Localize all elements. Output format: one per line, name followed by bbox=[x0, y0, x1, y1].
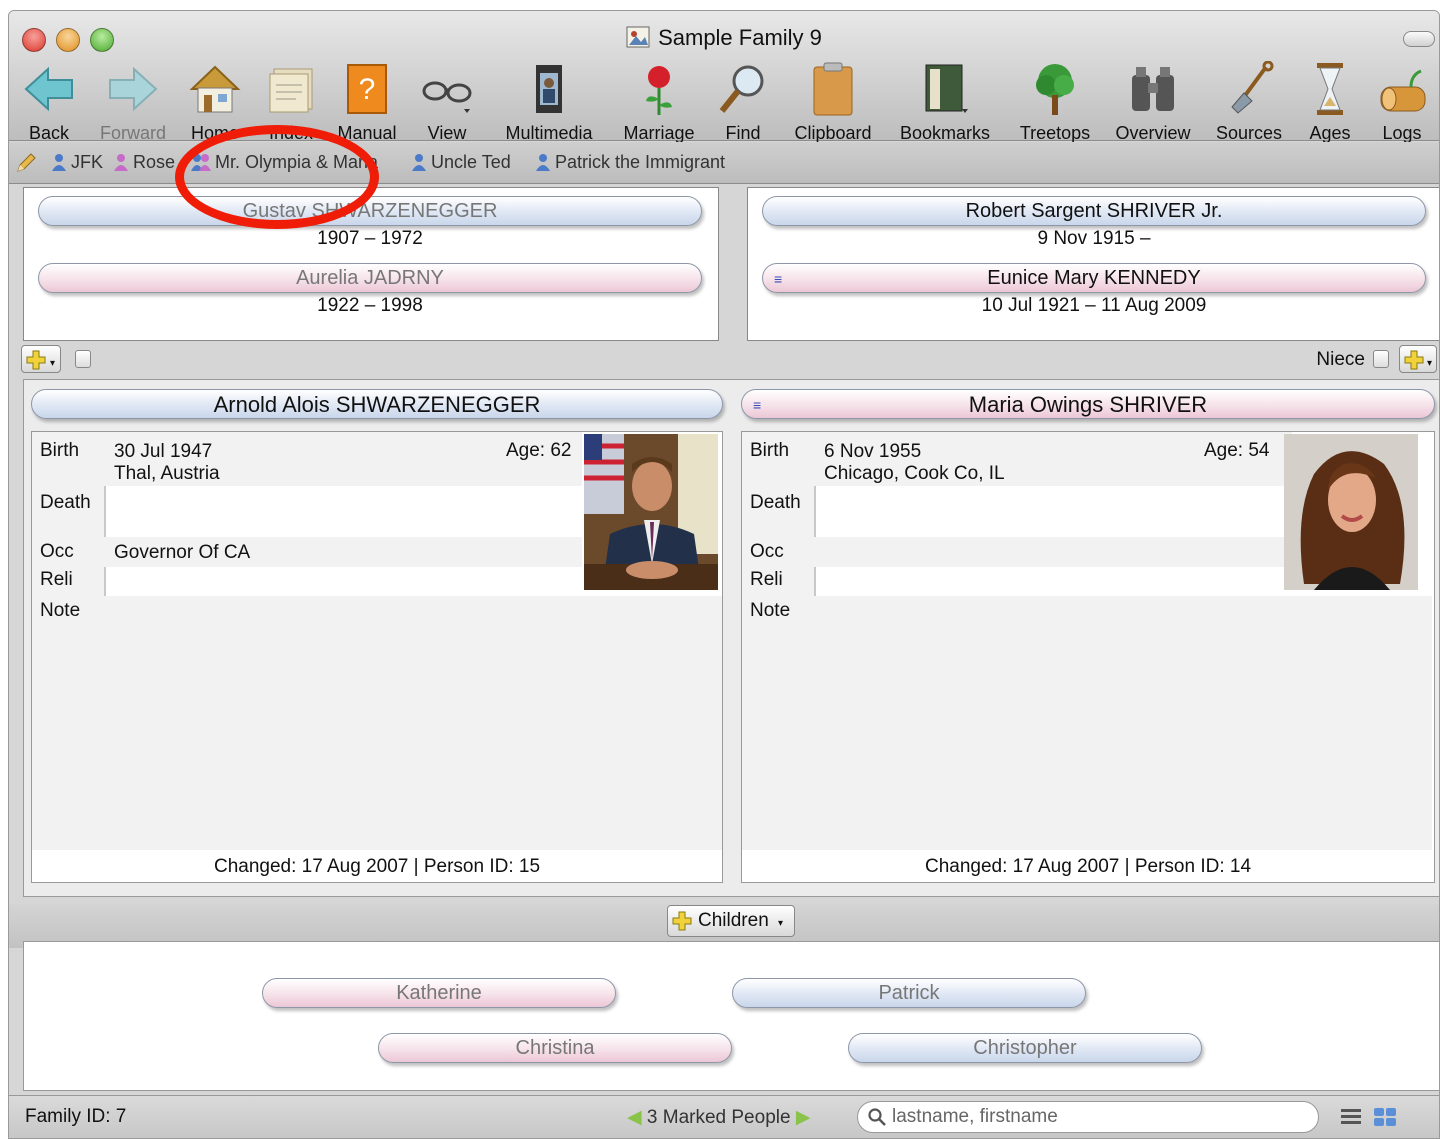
plus-icon bbox=[1404, 350, 1424, 370]
husband-note-row[interactable]: Note bbox=[32, 596, 722, 850]
clipboard-icon bbox=[813, 62, 853, 116]
toolbar-bookmarks-button[interactable]: Bookmarks bbox=[890, 61, 1000, 144]
magnifier-icon bbox=[719, 65, 764, 113]
status-bar: Family ID: 7 ◀ 3 Marked People ▶ lastnam… bbox=[9, 1095, 1439, 1138]
search-icon bbox=[868, 1108, 886, 1126]
bookmark-jfk[interactable]: JFK bbox=[51, 152, 103, 173]
wife-birth-row: Birth 6 Nov 1955 Chicago, Cook Co, IL Ag… bbox=[742, 432, 1292, 486]
annotation-circle bbox=[175, 125, 379, 229]
filmstrip-icon bbox=[536, 65, 562, 113]
husband-photo[interactable] bbox=[584, 434, 718, 590]
relation-label: Niece bbox=[1316, 349, 1365, 370]
person-male-icon bbox=[536, 154, 550, 171]
wife-father-button[interactable]: Robert Sargent SHRIVER Jr. bbox=[762, 196, 1426, 226]
wife-father-dates: 9 Nov 1915 – bbox=[1037, 228, 1151, 249]
husband-father-dates: 1907 – 1972 bbox=[317, 228, 423, 249]
wife-age: Age: 54 bbox=[1204, 440, 1270, 461]
husband-parents-panel: Gustav SHWARZENEGGER 1907 – 1972 Aurelia… bbox=[23, 187, 719, 341]
husband-details-panel: Birth 30 Jul 1947 Thal, Austria Age: 62 … bbox=[31, 431, 723, 883]
glasses-icon bbox=[422, 81, 472, 113]
family-document-icon bbox=[626, 26, 650, 48]
toolbar-treetops-button[interactable]: Treetops bbox=[1000, 61, 1110, 144]
tree-icon bbox=[1036, 64, 1074, 115]
child-christina-button[interactable]: Christina bbox=[378, 1033, 732, 1063]
rose-icon bbox=[646, 66, 672, 115]
svg-text:?: ? bbox=[359, 73, 376, 106]
wife-changed-info: Changed: 17 Aug 2007 | Person ID: 14 bbox=[924, 856, 1252, 877]
wife-mother-button[interactable]: Eunice Mary KENNEDY bbox=[762, 263, 1426, 293]
husband-changed-info: Changed: 17 Aug 2007 | Person ID: 15 bbox=[213, 856, 541, 877]
back-arrow-icon bbox=[24, 66, 73, 112]
search-field[interactable]: lastname, firstname bbox=[857, 1101, 1319, 1133]
wife-details-panel: Birth 6 Nov 1955 Chicago, Cook Co, IL Ag… bbox=[741, 431, 1435, 883]
marked-people-navigator[interactable]: ◀ 3 Marked People ▶ bbox=[627, 1106, 810, 1129]
wife-occupation-row[interactable]: Occ bbox=[742, 537, 1292, 567]
plus-icon bbox=[26, 350, 46, 370]
wife-birth-place[interactable]: Chicago, Cook Co, IL bbox=[824, 462, 1005, 485]
dropdown-arrow-icon: ▾ bbox=[50, 358, 56, 369]
bookmark-uncle-ted[interactable]: Uncle Ted bbox=[411, 152, 511, 173]
multiple-parents-icon[interactable]: ≡ bbox=[774, 271, 782, 287]
bookmark-patrick-the-immigrant[interactable]: Patrick the Immigrant bbox=[535, 152, 725, 173]
husband-mother-button[interactable]: Aurelia JADRNY bbox=[38, 263, 702, 293]
add-husband-parents-button[interactable]: ▾ bbox=[21, 345, 61, 373]
dropdown-arrow-icon: ▾ bbox=[778, 918, 784, 929]
next-marked-arrow-icon[interactable]: ▶ bbox=[796, 1107, 811, 1128]
person-male-icon bbox=[412, 154, 426, 171]
bookmark-rose[interactable]: Rose bbox=[113, 152, 175, 173]
toolbar-clipboard-button[interactable]: Clipboard bbox=[778, 61, 888, 144]
shovel-icon bbox=[1231, 61, 1274, 114]
manual-book-icon: ? bbox=[347, 64, 387, 114]
child-christopher-button[interactable]: Christopher bbox=[848, 1033, 1202, 1063]
child-katherine-button[interactable]: Katherine bbox=[262, 978, 616, 1008]
wife-birth-date[interactable]: 6 Nov 1955 bbox=[824, 440, 921, 463]
toolbar-logs-button[interactable]: Logs bbox=[1347, 61, 1439, 144]
husband-birth-place[interactable]: Thal, Austria bbox=[114, 462, 220, 485]
list-view-icon[interactable] bbox=[1341, 1108, 1361, 1126]
index-cards-icon bbox=[269, 68, 313, 113]
app-window: Sample Family 9 Back Forward Home Index … bbox=[8, 10, 1440, 1139]
wife-note-row[interactable]: Note bbox=[742, 596, 1432, 850]
husband-mother-dates: 1922 – 1998 bbox=[317, 295, 423, 316]
wife-name-button[interactable]: Maria Owings SHRIVER bbox=[741, 389, 1435, 419]
child-patrick-button[interactable]: Patrick bbox=[732, 978, 1086, 1008]
children-button[interactable]: Children ▾ bbox=[667, 905, 795, 937]
husband-occupation-row[interactable]: Occ Governor Of CA bbox=[32, 537, 582, 567]
multiple-spouses-icon[interactable]: ≡ bbox=[753, 397, 761, 413]
toolbar-view-button[interactable]: View bbox=[392, 61, 502, 144]
title-bar: Sample Family 9 Back Forward Home Index … bbox=[9, 11, 1439, 144]
wife-photo[interactable] bbox=[1284, 434, 1418, 590]
husband-name-button[interactable]: Arnold Alois SHWARZENEGGER bbox=[31, 389, 723, 419]
bookmarks-book-icon bbox=[925, 64, 968, 113]
wife-parents-panel: Robert Sargent SHRIVER Jr. 9 Nov 1915 – … bbox=[747, 187, 1439, 341]
pencil-icon[interactable] bbox=[15, 152, 37, 174]
previous-marked-arrow-icon[interactable]: ◀ bbox=[627, 1107, 642, 1128]
husband-age: Age: 62 bbox=[506, 440, 572, 461]
logs-icon bbox=[1380, 69, 1426, 112]
toolbar-overview-button[interactable]: Overview bbox=[1098, 61, 1208, 144]
family-id-label: Family ID: 7 bbox=[25, 1106, 127, 1127]
person-female-icon bbox=[114, 154, 128, 171]
wife-collapse-button[interactable] bbox=[1373, 350, 1389, 368]
children-panel: Katherine Patrick Christina Christopher bbox=[23, 941, 1439, 1091]
person-male-icon bbox=[52, 154, 66, 171]
husband-collapse-button[interactable] bbox=[75, 350, 91, 368]
plus-icon bbox=[672, 911, 692, 931]
search-placeholder: lastname, firstname bbox=[892, 1106, 1058, 1127]
forward-arrow-icon bbox=[109, 66, 158, 112]
binoculars-icon bbox=[1132, 67, 1174, 111]
dropdown-arrow-icon: ▾ bbox=[1427, 358, 1433, 369]
home-icon bbox=[189, 65, 241, 113]
grid-view-icon[interactable] bbox=[1373, 1107, 1397, 1127]
add-wife-parents-button[interactable]: ▾ bbox=[1399, 345, 1437, 373]
husband-birth-row: Birth 30 Jul 1947 Thal, Austria Age: 62 bbox=[32, 432, 582, 486]
toolbar-multimedia-button[interactable]: Multimedia bbox=[494, 61, 604, 144]
window-title: Sample Family 9 bbox=[9, 25, 1439, 51]
husband-father-button[interactable]: Gustav SHWARZENEGGER bbox=[38, 196, 702, 226]
window-title-text: Sample Family 9 bbox=[658, 25, 822, 50]
husband-birth-date[interactable]: 30 Jul 1947 bbox=[114, 440, 212, 463]
toolbar-toggle-button[interactable] bbox=[1403, 31, 1435, 47]
wife-mother-dates: 10 Jul 1921 – 11 Aug 2009 bbox=[981, 295, 1207, 316]
